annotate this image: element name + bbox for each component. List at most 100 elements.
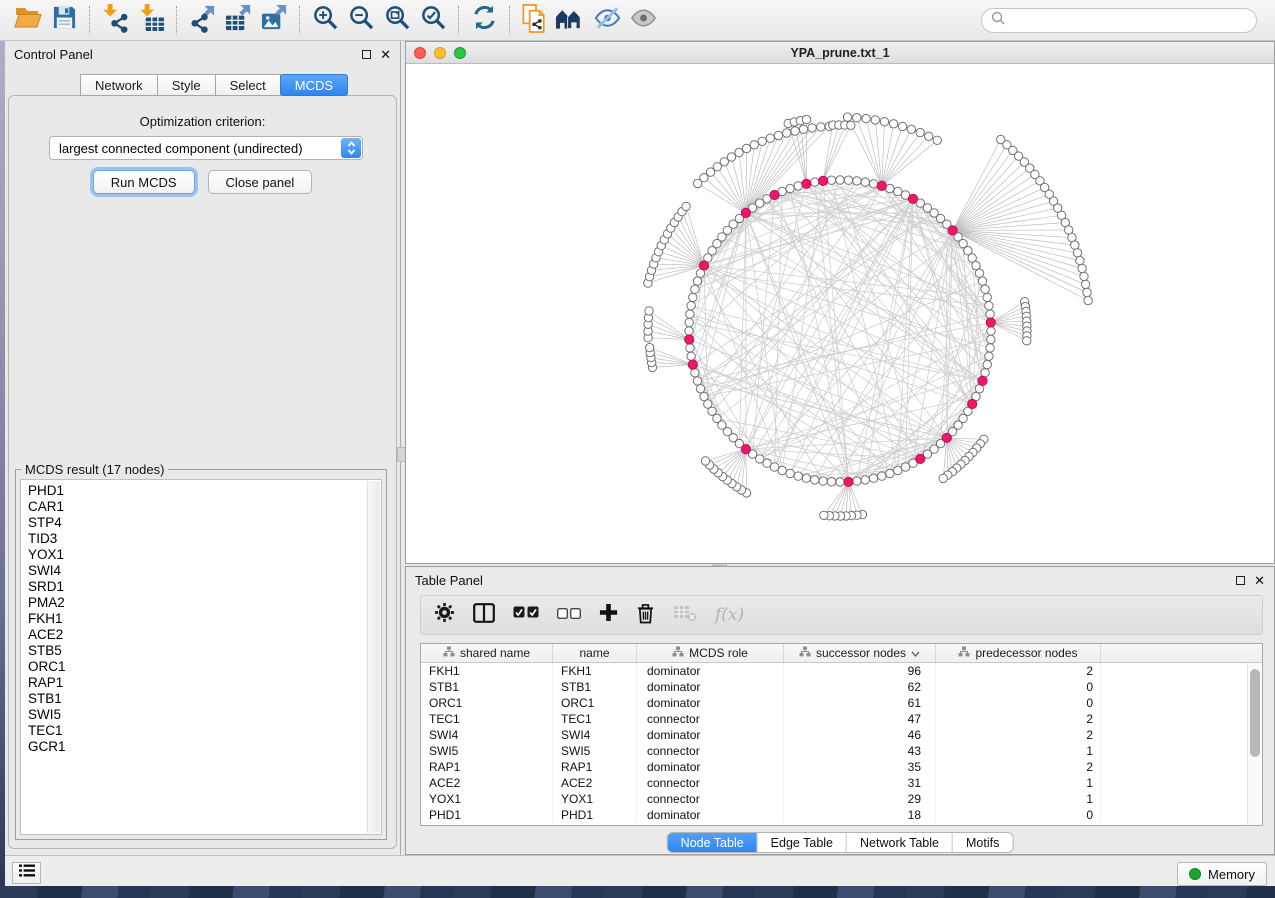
column-panel-button[interactable] (473, 603, 495, 628)
mcds-node-item[interactable]: STP4 (21, 515, 381, 531)
mcds-node-item[interactable]: PMA2 (21, 595, 381, 611)
mcds-node-item[interactable]: RAP1 (21, 675, 381, 691)
mcds-node-item[interactable]: SWI4 (21, 563, 381, 579)
table-cell[interactable]: RAP1 (553, 759, 637, 775)
mcds-node-item[interactable]: FKH1 (21, 611, 381, 627)
export-image-button[interactable] (256, 3, 292, 37)
maximize-window-icon[interactable] (454, 47, 466, 59)
table-cell[interactable]: SWI5 (421, 743, 553, 759)
column-header-0[interactable]: shared name (421, 644, 553, 662)
criterion-dropdown[interactable]: largest connected component (undirected) (49, 136, 363, 160)
table-row[interactable]: ACE2ACE2connector311 (421, 775, 1247, 791)
mcds-node-item[interactable]: STB5 (21, 643, 381, 659)
apply-layout-button[interactable] (466, 3, 502, 37)
column-header-1[interactable]: name (553, 644, 637, 662)
import-network-button[interactable] (97, 3, 133, 37)
table-row[interactable]: STB1STB1dominator620 (421, 679, 1247, 695)
tab-node-table[interactable]: Node Table (668, 833, 758, 852)
hide-selected-button[interactable] (589, 3, 625, 37)
minimize-window-icon[interactable] (434, 47, 446, 59)
network-canvas[interactable] (406, 64, 1274, 563)
zoom-out-button[interactable] (343, 3, 379, 37)
mcds-node-item[interactable]: ACE2 (21, 627, 381, 643)
close-panel-icon[interactable]: ✕ (1254, 574, 1265, 587)
table-cell[interactable]: connector (637, 711, 784, 727)
table-cell[interactable]: ACE2 (553, 775, 637, 791)
float-panel-icon[interactable] (362, 50, 371, 59)
table-cell[interactable]: 0 (936, 807, 1101, 823)
table-cell[interactable]: connector (637, 775, 784, 791)
table-row[interactable]: PHD1PHD1dominator180 (421, 807, 1247, 823)
mcds-node-item[interactable]: TID3 (21, 531, 381, 547)
table-cell[interactable]: 1 (936, 791, 1101, 807)
mcds-node-item[interactable]: YOX1 (21, 547, 381, 563)
table-cell[interactable]: dominator (637, 807, 784, 823)
table-cell[interactable]: 18 (784, 807, 936, 823)
table-cell[interactable]: dominator (637, 695, 784, 711)
table-cell[interactable]: 47 (784, 711, 936, 727)
float-panel-icon[interactable] (1236, 576, 1245, 585)
table-row[interactable]: RAP1RAP1dominator352 (421, 759, 1247, 775)
table-cell[interactable]: 62 (784, 679, 936, 695)
table-cell[interactable]: dominator (637, 679, 784, 695)
table-scrollbar[interactable] (1247, 663, 1262, 825)
tab-style[interactable]: Style (157, 74, 216, 96)
mcds-node-item[interactable]: GCR1 (21, 739, 381, 755)
table-cell[interactable]: SWI5 (553, 743, 637, 759)
memory-button[interactable]: Memory (1177, 862, 1267, 886)
run-mcds-button[interactable]: Run MCDS (93, 170, 195, 194)
table-cell[interactable]: 2 (936, 759, 1101, 775)
table-settings-button[interactable] (434, 602, 455, 628)
table-cell[interactable]: YOX1 (421, 791, 553, 807)
table-cell[interactable]: YOX1 (553, 791, 637, 807)
table-cell[interactable]: 0 (936, 679, 1101, 695)
table-row[interactable]: ORC1ORC1dominator610 (421, 695, 1247, 711)
sort-caret-icon[interactable] (911, 646, 920, 660)
table-cell[interactable]: 2 (936, 711, 1101, 727)
table-cell[interactable]: 96 (784, 663, 936, 679)
delete-table-button[interactable] (673, 604, 697, 627)
tab-edge-table[interactable]: Edge Table (758, 833, 847, 852)
table-cell[interactable]: FKH1 (553, 663, 637, 679)
table-cell[interactable]: PHD1 (553, 807, 637, 823)
zoom-fit-button[interactable] (379, 3, 415, 37)
close-panel-icon[interactable]: ✕ (380, 48, 391, 61)
search-box[interactable] (981, 8, 1257, 33)
unselect-all-columns-button[interactable] (557, 606, 581, 624)
column-header-2[interactable]: MCDS role (637, 644, 784, 662)
table-cell[interactable]: SWI4 (421, 727, 553, 743)
table-row[interactable]: FKH1FKH1dominator962 (421, 663, 1247, 679)
mcds-result-list[interactable]: PHD1CAR1STP4TID3YOX1SWI4SRD1PMA2FKH1ACE2… (20, 479, 382, 835)
mcds-node-item[interactable]: STB1 (21, 691, 381, 707)
show-all-button[interactable] (625, 3, 661, 37)
tab-motifs[interactable]: Motifs (953, 833, 1012, 852)
table-cell[interactable]: 0 (936, 695, 1101, 711)
show-panels-button[interactable] (12, 862, 41, 884)
column-header-4[interactable]: predecessor nodes (936, 644, 1101, 662)
list-scrollbar[interactable] (367, 481, 380, 833)
table-cell[interactable]: ACE2 (421, 775, 553, 791)
tab-network-table[interactable]: Network Table (847, 833, 953, 852)
table-cell[interactable]: FKH1 (421, 663, 553, 679)
table-cell[interactable]: 61 (784, 695, 936, 711)
first-neighbors-button[interactable] (553, 3, 589, 37)
table-cell[interactable]: 2 (936, 727, 1101, 743)
tab-network[interactable]: Network (80, 74, 158, 96)
mcds-node-item[interactable]: SWI5 (21, 707, 381, 723)
table-cell[interactable]: connector (637, 791, 784, 807)
open-file-button[interactable] (10, 3, 46, 37)
table-cell[interactable]: STB1 (553, 679, 637, 695)
table-cell[interactable]: dominator (637, 663, 784, 679)
delete-column-button[interactable] (636, 602, 655, 629)
close-window-icon[interactable] (414, 47, 426, 59)
mcds-node-item[interactable]: ORC1 (21, 659, 381, 675)
table-cell[interactable]: TEC1 (421, 711, 553, 727)
mcds-node-item[interactable]: PHD1 (21, 483, 381, 499)
table-cell[interactable]: connector (637, 743, 784, 759)
tab-select[interactable]: Select (215, 74, 281, 96)
table-cell[interactable]: 46 (784, 727, 936, 743)
table-cell[interactable]: dominator (637, 759, 784, 775)
table-cell[interactable]: STB1 (421, 679, 553, 695)
table-cell[interactable]: SWI4 (553, 727, 637, 743)
table-cell[interactable]: 2 (936, 663, 1101, 679)
